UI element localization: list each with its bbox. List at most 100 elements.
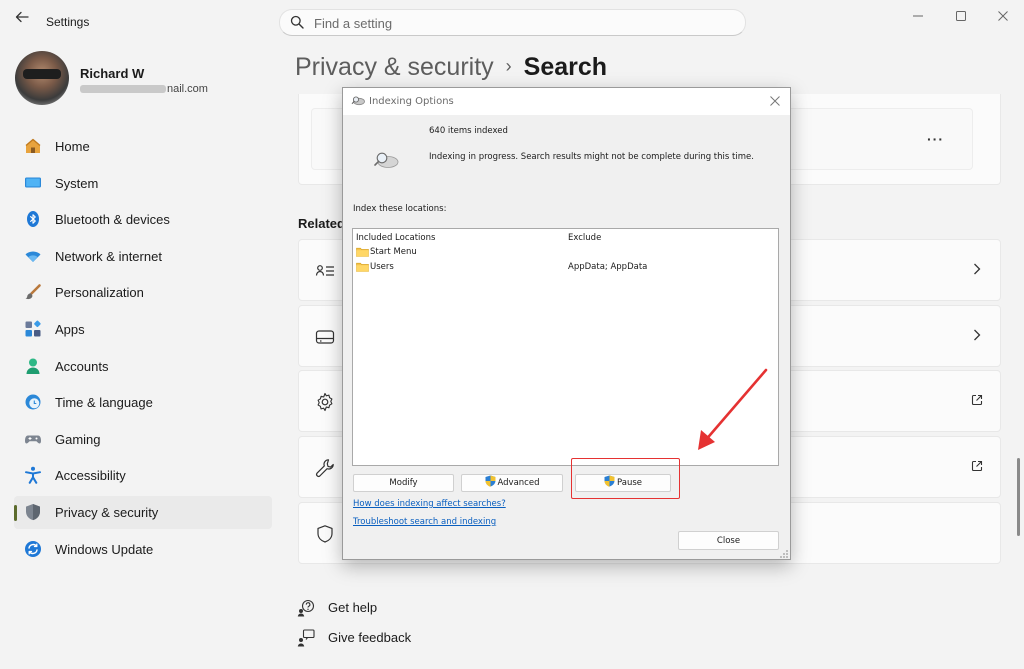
search-icon <box>290 15 304 29</box>
dialog-close-icon[interactable] <box>767 92 783 110</box>
location-name: Start Menu <box>370 247 417 257</box>
annotation-arrow-icon <box>698 368 768 450</box>
dialog-title-bar[interactable]: Indexing Options <box>343 88 790 115</box>
sidebar-item-label: Network & internet <box>55 248 162 264</box>
scrollbar[interactable] <box>1017 458 1020 536</box>
sidebar-item-windows-update[interactable]: Windows Update <box>14 533 272 566</box>
sidebar-item-time-language[interactable]: Time & language <box>14 386 272 419</box>
sidebar-item-label: Accounts <box>55 358 109 374</box>
chevron-right-icon <box>970 328 984 344</box>
indexing-options-dialog: Indexing Options 640 items indexed Index… <box>342 87 791 560</box>
sidebar-item-label: Home <box>55 139 90 154</box>
system-icon <box>25 177 41 188</box>
shield-outline-icon <box>317 525 333 543</box>
close-icon <box>998 11 1008 21</box>
maximize-button[interactable] <box>941 6 981 26</box>
list-item[interactable]: Start Menu <box>353 246 778 260</box>
sidebar-item-label: Bluetooth & devices <box>55 212 170 228</box>
column-exclude: Exclude <box>568 233 602 243</box>
breadcrumb: Privacy & security › Search <box>295 53 607 87</box>
wrench-icon <box>316 459 334 477</box>
windows-update-icon <box>25 540 41 557</box>
sidebar-item-accessibility[interactable]: Accessibility <box>14 459 272 492</box>
location-exclude: AppData; AppData <box>568 262 648 272</box>
sidebar-item-network[interactable]: Network & internet <box>14 240 272 273</box>
uac-shield-icon <box>485 475 495 487</box>
sidebar-item-accounts[interactable]: Accounts <box>14 350 272 383</box>
dialog-title: Indexing Options <box>369 96 454 107</box>
bluetooth-icon <box>27 211 39 228</box>
related-settings-title: Related <box>298 216 345 231</box>
items-indexed-count: 640 items indexed <box>429 126 508 136</box>
more-options-button[interactable]: ··· <box>927 131 944 147</box>
sidebar-item-bluetooth[interactable]: Bluetooth & devices <box>14 203 272 236</box>
list-item[interactable]: Users AppData; AppData <box>353 261 778 275</box>
apps-icon <box>25 320 41 337</box>
sidebar-nav: Home System Bluetooth & devices Network … <box>14 130 272 569</box>
folder-icon <box>356 247 369 257</box>
indexing-status-message: Indexing in progress. Search results mig… <box>429 152 754 162</box>
sidebar-item-label: Privacy & security <box>55 504 159 520</box>
external-link-icon <box>970 393 984 409</box>
advanced-button[interactable]: Advanced <box>461 474 563 492</box>
give-feedback-label: Give feedback <box>328 630 412 645</box>
user-name: Richard W <box>80 66 145 81</box>
settings-search-box[interactable] <box>279 9 746 36</box>
location-name: Users <box>370 262 394 272</box>
resize-grip-icon[interactable] <box>779 549 789 559</box>
minimize-icon <box>913 15 923 17</box>
page-title: Search <box>523 53 608 81</box>
sidebar-item-label: Time & language <box>55 395 153 411</box>
title-bar: Settings <box>0 0 1024 44</box>
maximize-icon <box>956 11 966 21</box>
indexing-status-icon <box>374 152 399 168</box>
advanced-button-label: Advanced <box>497 478 540 488</box>
help-chat-icon <box>297 599 315 617</box>
modify-button[interactable]: Modify <box>353 474 454 492</box>
sidebar-item-home[interactable]: Home <box>14 130 272 163</box>
personalization-icon <box>25 284 41 300</box>
app-title: Settings <box>46 15 90 29</box>
column-included-locations: Included Locations <box>356 233 436 243</box>
back-arrow-icon[interactable] <box>12 10 32 30</box>
accounts-icon <box>26 358 40 374</box>
breadcrumb-separator: › <box>505 56 512 76</box>
feedback-icon <box>297 629 315 647</box>
troubleshoot-indexing-link[interactable]: Troubleshoot search and indexing <box>353 517 496 527</box>
close-button[interactable]: Close <box>678 531 779 550</box>
user-email: nail.com <box>80 83 208 95</box>
email-redaction <box>80 85 166 94</box>
user-email-suffix: nail.com <box>167 83 208 95</box>
sidebar-item-label: Gaming <box>55 431 101 447</box>
indexing-list-icon <box>315 265 334 276</box>
avatar[interactable] <box>15 51 69 105</box>
drive-icon <box>315 330 335 344</box>
home-icon <box>25 138 41 153</box>
gear-icon <box>317 392 333 412</box>
close-window-button[interactable] <box>983 6 1023 26</box>
gaming-icon <box>25 435 41 444</box>
sidebar-item-label: Personalization <box>55 285 144 301</box>
sidebar-item-apps[interactable]: Apps <box>14 313 272 346</box>
sidebar-item-gaming[interactable]: Gaming <box>14 423 272 456</box>
sidebar-item-label: Apps <box>55 321 85 337</box>
minimize-button[interactable] <box>898 6 938 26</box>
active-indicator <box>14 504 17 521</box>
sidebar-item-label: System <box>55 175 99 191</box>
search-input[interactable] <box>314 13 714 33</box>
breadcrumb-parent[interactable]: Privacy & security <box>295 53 494 81</box>
get-help-label: Get help <box>328 600 378 615</box>
chevron-right-icon <box>970 262 984 278</box>
external-link-icon <box>970 459 984 475</box>
sidebar-item-personalization[interactable]: Personalization <box>14 276 272 309</box>
how-indexing-affects-link[interactable]: How does indexing affect searches? <box>353 499 506 509</box>
pause-highlight-box <box>571 458 680 499</box>
avatar-sunglasses <box>23 69 61 79</box>
sidebar-item-privacy-security[interactable]: Privacy & security <box>14 495 272 529</box>
accessibility-icon <box>25 467 41 485</box>
sidebar-item-label: Windows Update <box>55 541 154 557</box>
sidebar-item-system[interactable]: System <box>14 167 272 200</box>
indexing-magnifier-icon <box>351 96 365 106</box>
sidebar-item-label: Accessibility <box>55 468 126 484</box>
index-locations-label: Index these locations: <box>353 204 447 214</box>
